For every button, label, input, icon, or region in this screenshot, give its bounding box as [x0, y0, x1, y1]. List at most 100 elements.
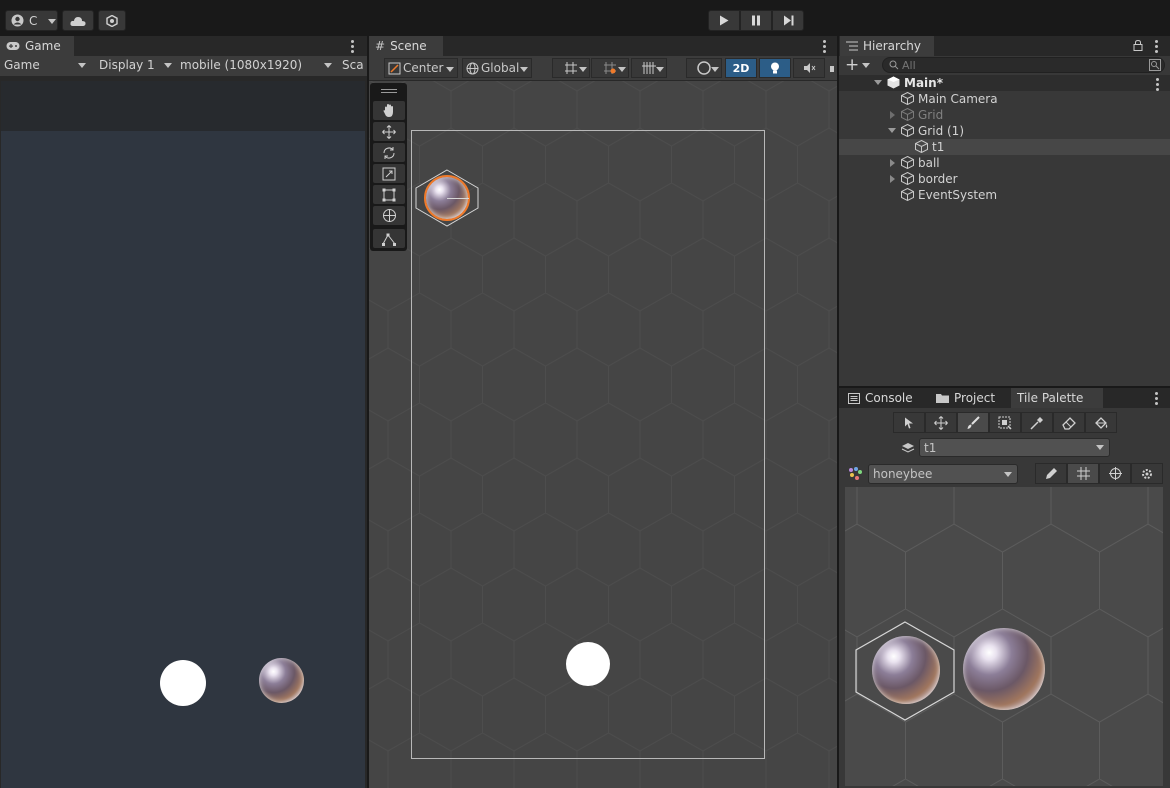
- palette-canvas[interactable]: [845, 487, 1163, 786]
- draw-mode-button[interactable]: [686, 58, 722, 78]
- scene-icon: [887, 76, 900, 89]
- box-fill-tool-button[interactable]: [989, 412, 1021, 433]
- game-view[interactable]: [1, 81, 365, 788]
- chevron-down-icon: [656, 67, 664, 72]
- rotate-tool-button[interactable]: [373, 143, 405, 162]
- palette-settings-button[interactable]: [1131, 463, 1163, 484]
- grid-visibility-button[interactable]: [631, 58, 667, 78]
- step-button[interactable]: [772, 10, 804, 31]
- palette-move-tool-button[interactable]: [925, 412, 957, 433]
- palette-grid-button[interactable]: [1067, 463, 1099, 484]
- hierarchy-item-border[interactable]: border: [839, 171, 1170, 187]
- gameobject-icon: [901, 172, 914, 185]
- expand-arrow-icon[interactable]: [888, 128, 896, 133]
- hierarchy-item-label: t1: [932, 140, 945, 154]
- palette-dropdown[interactable]: honeybee: [868, 464, 1018, 484]
- fill-tool-button[interactable]: [1085, 412, 1117, 433]
- pause-button[interactable]: [740, 10, 772, 31]
- globe-icon: [466, 62, 479, 74]
- account-button[interactable]: C: [5, 10, 58, 31]
- services-button[interactable]: [98, 10, 126, 31]
- hierarchy-item-label: border: [918, 172, 958, 186]
- step-icon: [783, 15, 793, 26]
- active-tilemap-dropdown[interactable]: t1: [919, 438, 1110, 457]
- scale-label: Sca: [342, 58, 364, 72]
- increment-snap-button[interactable]: [591, 58, 629, 78]
- hierarchy-item-ball[interactable]: ball: [839, 155, 1170, 171]
- hierarchy-item-eventsystem[interactable]: EventSystem: [839, 187, 1170, 203]
- hierarchy-item-grid[interactable]: Grid: [839, 107, 1170, 123]
- collapsed-arrow-icon[interactable]: [890, 159, 895, 167]
- rect-tool-button[interactable]: [373, 185, 405, 204]
- more-options-icon[interactable]: [351, 40, 355, 53]
- cloud-icon: [70, 16, 86, 26]
- tools-drag-handle[interactable]: [381, 89, 397, 93]
- scene-search-icon[interactable]: [1149, 59, 1161, 71]
- chevron-down-icon: [324, 63, 332, 68]
- settings-gear-icon: [1142, 468, 1152, 479]
- hierarchy-search-input[interactable]: [902, 58, 1132, 72]
- chevron-down-icon: [520, 67, 528, 72]
- chevron-down-icon: [1004, 472, 1012, 477]
- cloud-button[interactable]: [62, 10, 94, 31]
- paint-tool-button[interactable]: [957, 412, 989, 433]
- collapsed-arrow-icon[interactable]: [890, 175, 895, 183]
- hierarchy-item-label: EventSystem: [918, 188, 998, 202]
- edit-palette-button[interactable]: [1035, 463, 1067, 484]
- hierarchy-item-main[interactable]: Main*: [839, 75, 1170, 91]
- display-dropdown[interactable]: Display 1: [95, 55, 175, 75]
- scale-tool-button[interactable]: [373, 164, 405, 183]
- collapsed-arrow-icon[interactable]: [890, 111, 895, 119]
- tab-project[interactable]: Project: [930, 388, 1010, 408]
- hierarchy-item-main-camera[interactable]: Main Camera: [839, 91, 1170, 107]
- select-tool-button[interactable]: [893, 412, 925, 433]
- scene-ball[interactable]: [566, 642, 610, 686]
- scale-control[interactable]: Sca: [338, 55, 367, 75]
- tab-game[interactable]: Game: [0, 36, 74, 56]
- scene-overflow-indicator: [830, 66, 834, 72]
- game-bubble: [259, 658, 304, 703]
- tab-console[interactable]: Console: [842, 388, 926, 408]
- more-options-icon[interactable]: [1155, 392, 1159, 405]
- account-icon: [11, 14, 24, 27]
- more-options-icon[interactable]: [1155, 40, 1159, 53]
- more-options-icon[interactable]: [1156, 78, 1160, 91]
- picker-tool-button[interactable]: [1021, 412, 1053, 433]
- pivot-icon: [388, 62, 401, 74]
- chevron-down-icon: [618, 67, 626, 72]
- create-button[interactable]: +: [845, 56, 873, 74]
- hierarchy-item-t1[interactable]: t1: [839, 139, 1170, 155]
- custom-tool-button[interactable]: [373, 229, 405, 248]
- grid-snap-button[interactable]: [552, 58, 590, 78]
- hierarchy-item-label: ball: [918, 156, 940, 170]
- palette-gizmos-button[interactable]: [1099, 463, 1131, 484]
- eraser-tool-button[interactable]: [1053, 412, 1085, 433]
- lock-icon[interactable]: [1133, 40, 1143, 51]
- hierarchy-panel: Hierarchy + Main* Main Camera Grid Gr: [839, 36, 1170, 386]
- mode-2d-button[interactable]: 2D: [725, 58, 757, 78]
- expand-arrow-icon[interactable]: [874, 80, 882, 85]
- hierarchy-search-field[interactable]: [882, 57, 1165, 73]
- palette-tile-bubble-2[interactable]: [963, 628, 1045, 710]
- play-button[interactable]: [708, 10, 740, 31]
- resolution-label: mobile (1080x1920): [180, 58, 303, 72]
- palette-tile-bubble-1[interactable]: [872, 636, 940, 704]
- hierarchy-item-label: Main Camera: [918, 92, 998, 106]
- view-tool-button[interactable]: [373, 101, 405, 120]
- resolution-dropdown[interactable]: mobile (1080x1920): [176, 55, 336, 75]
- pivot-dropdown[interactable]: Center: [384, 58, 458, 78]
- tab-tile-palette[interactable]: Tile Palette: [1011, 388, 1103, 408]
- transform-tool-button[interactable]: [373, 206, 405, 225]
- lightbulb-icon: [771, 62, 779, 73]
- tab-scene[interactable]: # Scene: [369, 36, 443, 56]
- lighting-button[interactable]: [759, 58, 791, 78]
- more-options-icon[interactable]: [823, 40, 827, 53]
- move-tool-button[interactable]: [373, 122, 405, 141]
- gameobject-icon: [901, 108, 914, 121]
- game-mode-dropdown[interactable]: Game: [0, 55, 90, 75]
- scene-view[interactable]: [369, 81, 837, 788]
- space-dropdown[interactable]: Global: [462, 58, 532, 78]
- tab-hierarchy[interactable]: Hierarchy: [840, 36, 934, 56]
- hierarchy-item-grid-1[interactable]: Grid (1): [839, 123, 1170, 139]
- audio-button[interactable]: [793, 58, 825, 78]
